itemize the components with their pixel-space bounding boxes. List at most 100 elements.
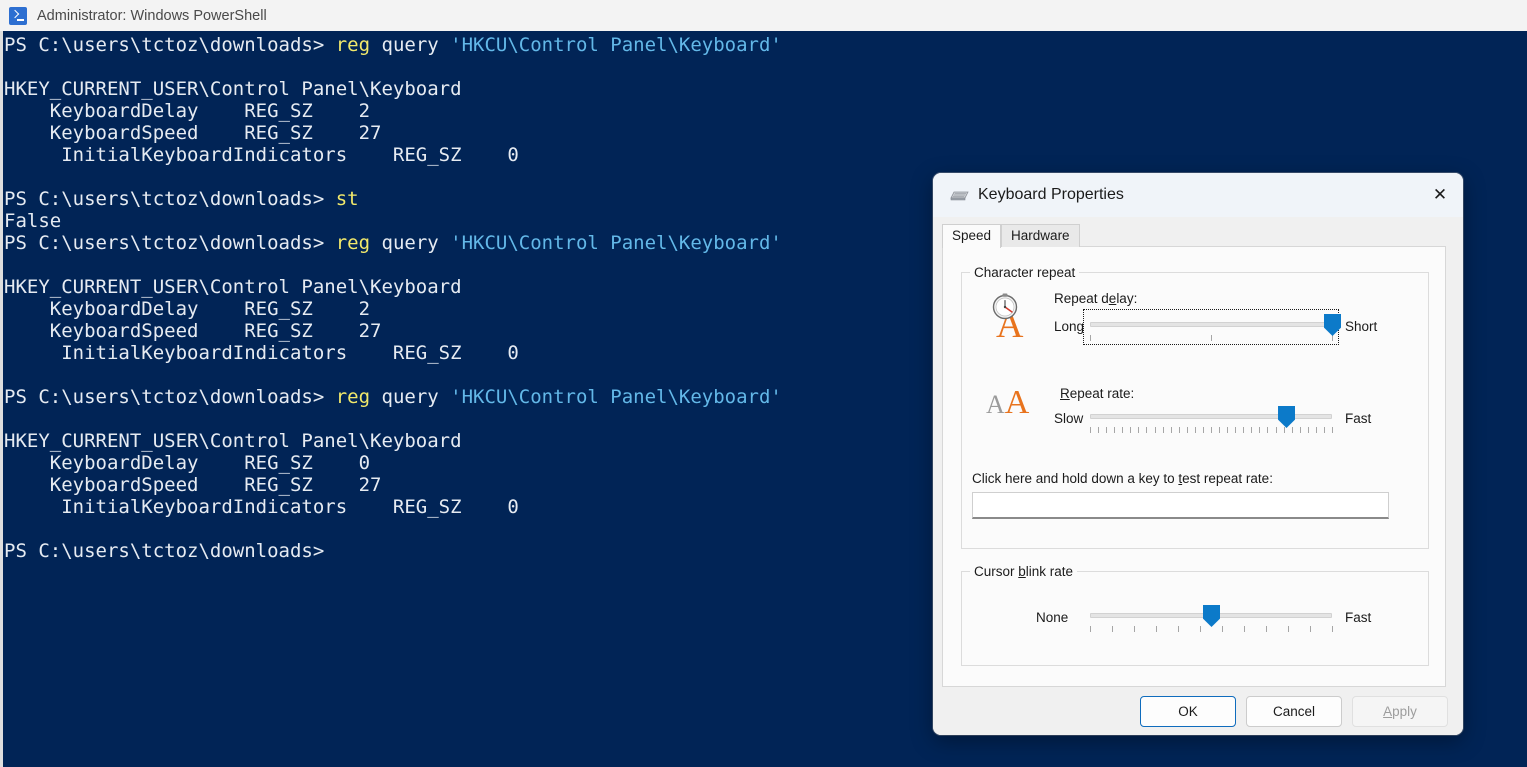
apply-button-accel: A: [1383, 704, 1393, 719]
cursor-blink-legend-suffix: link rate: [1025, 564, 1074, 579]
repeat-delay-label: Repeat delay:: [1054, 291, 1137, 306]
slider-tick: [1114, 427, 1116, 433]
slider-tick: [1211, 427, 1212, 433]
slider-tick: [1098, 427, 1100, 433]
repeat-rate-icon-big-a: A: [1004, 384, 1030, 421]
tab-hardware[interactable]: Hardware: [1001, 224, 1080, 247]
dialog-title: Keyboard Properties: [978, 186, 1124, 203]
slider-tick: [1259, 427, 1261, 433]
terminal-token: KeyboardSpeed REG_SZ 27: [4, 122, 382, 144]
slider-tick: [1186, 427, 1188, 433]
terminal-token: KeyboardSpeed REG_SZ 27: [4, 320, 382, 342]
cursor-blink-legend-accel: b: [1018, 564, 1026, 579]
slider-tick: [1106, 427, 1108, 433]
slider-tick: [1219, 427, 1221, 433]
group-character-repeat: Character repeat A Repeat delay: Long Sh…: [961, 265, 1429, 549]
terminal-token: KeyboardDelay REG_SZ 2: [4, 298, 371, 320]
repeat-rate-thumb[interactable]: [1278, 406, 1296, 428]
repeat-rate-test-input[interactable]: [972, 492, 1389, 519]
terminal-token: KeyboardDelay REG_SZ 2: [4, 100, 371, 122]
repeat-delay-max-label: Short: [1345, 319, 1378, 334]
repeat-rate-slider[interactable]: [1090, 405, 1333, 439]
terminal-token: InitialKeyboardIndicators REG_SZ 0: [4, 342, 519, 364]
slider-tick: [1178, 626, 1179, 632]
slider-tick: [1315, 427, 1317, 433]
dialog-titlebar[interactable]: Keyboard Properties ✕: [933, 173, 1463, 217]
repeat-delay-min-label: Long: [1054, 319, 1085, 334]
slider-tick: [1332, 427, 1333, 433]
terminal-line: PS C:\users\tctoz\downloads> reg query '…: [4, 34, 1527, 56]
repeat-rate-ticks: [1090, 427, 1333, 434]
terminal-line: HKEY_CURRENT_USER\Control Panel\Keyboard: [4, 78, 1527, 100]
slider-tick: [1243, 427, 1245, 433]
slider-tick: [1162, 427, 1164, 433]
cursor-blink-legend-prefix: Cursor: [974, 564, 1019, 579]
repeat-delay-track: [1090, 322, 1332, 327]
slider-tick: [1299, 427, 1301, 433]
tab-speed[interactable]: Speed: [942, 224, 1002, 248]
repeat-rate-icon-small-a: A: [986, 390, 1005, 419]
cursor-blink-max-label: Fast: [1345, 610, 1372, 625]
terminal-token: PS C:\users\tctoz\downloads>: [4, 34, 336, 56]
slider-tick: [1202, 427, 1204, 433]
slider-tick: [1251, 427, 1253, 433]
slider-tick: [1090, 427, 1091, 433]
cursor-blink-rate-slider[interactable]: [1090, 604, 1333, 638]
slider-tick: [1266, 626, 1267, 632]
slider-tick: [1283, 427, 1285, 433]
slider-tick: [1170, 427, 1172, 433]
slider-tick: [1090, 335, 1091, 341]
repeat-rate-label-accel: R: [1060, 386, 1070, 401]
slider-tick: [1267, 427, 1269, 433]
terminal-token: HKEY_CURRENT_USER\Control Panel\Keyboard: [4, 78, 462, 100]
slider-tick: [1288, 626, 1289, 632]
terminal-token: PS C:\users\tctoz\downloads>: [4, 386, 336, 408]
repeat-rate-label-suffix: epeat rate:: [1069, 386, 1135, 401]
close-icon[interactable]: ✕: [1417, 173, 1463, 217]
group-character-repeat-legend: Character repeat: [970, 265, 1080, 280]
powershell-titlebar[interactable]: Administrator: Windows PowerShell: [0, 0, 1527, 31]
slider-tick: [1323, 427, 1325, 433]
terminal-token: 'HKCU\Control Panel\Keyboard': [450, 386, 782, 408]
cursor-blink-ticks: [1090, 626, 1333, 633]
cancel-button[interactable]: Cancel: [1246, 696, 1342, 727]
slider-tick: [1122, 427, 1124, 433]
repeat-rate-icon: AA: [986, 385, 1038, 421]
keyboard-icon: [947, 188, 969, 202]
repeat-delay-label-prefix: Repeat d: [1054, 291, 1109, 306]
test-area-label-suffix: est repeat rate:: [1182, 471, 1273, 486]
repeat-delay-slider[interactable]: [1090, 313, 1341, 347]
slider-tick: [1291, 427, 1293, 433]
terminal-token: PS C:\users\tctoz\downloads>: [4, 232, 336, 254]
slider-tick: [1222, 626, 1223, 632]
slider-tick: [1211, 335, 1212, 341]
apply-button: Apply: [1352, 696, 1448, 727]
repeat-rate-min-label: Slow: [1054, 411, 1084, 426]
slider-tick: [1090, 626, 1091, 632]
repeat-delay-label-suffix: lay:: [1116, 291, 1138, 306]
slider-tick: [1130, 427, 1132, 433]
terminal-token: reg: [335, 34, 371, 56]
screen-root: Administrator: Windows PowerShell PS C:\…: [0, 0, 1527, 767]
apply-button-rest: pply: [1392, 704, 1417, 719]
repeat-rate-label: Repeat rate:: [1060, 386, 1134, 401]
terminal-token: HKEY_CURRENT_USER\Control Panel\Keyboard: [4, 430, 462, 452]
terminal-token: PS C:\users\tctoz\downloads>: [4, 540, 336, 562]
terminal-token: InitialKeyboardIndicators REG_SZ 0: [4, 144, 519, 166]
cursor-blink-thumb[interactable]: [1203, 605, 1220, 627]
terminal-token: HKEY_CURRENT_USER\Control Panel\Keyboard: [4, 276, 462, 298]
slider-tick: [1235, 427, 1237, 433]
terminal-token: KeyboardSpeed REG_SZ 27: [4, 474, 382, 496]
ok-button[interactable]: OK: [1140, 696, 1236, 727]
terminal-token: st: [335, 188, 359, 210]
slider-tick: [1154, 427, 1156, 433]
group-cursor-blink-rate-legend: Cursor blink rate: [970, 564, 1078, 579]
terminal-token: query: [370, 34, 451, 56]
repeat-delay-icon: A: [988, 293, 1036, 346]
terminal-line: KeyboardSpeed REG_SZ 27: [4, 122, 1527, 144]
test-area-label-prefix: Click here and hold down a key to: [972, 471, 1179, 486]
terminal-token: query: [370, 386, 451, 408]
tabstrip: Speed Hardware: [942, 224, 1080, 248]
terminal-token: PS C:\users\tctoz\downloads>: [4, 188, 336, 210]
